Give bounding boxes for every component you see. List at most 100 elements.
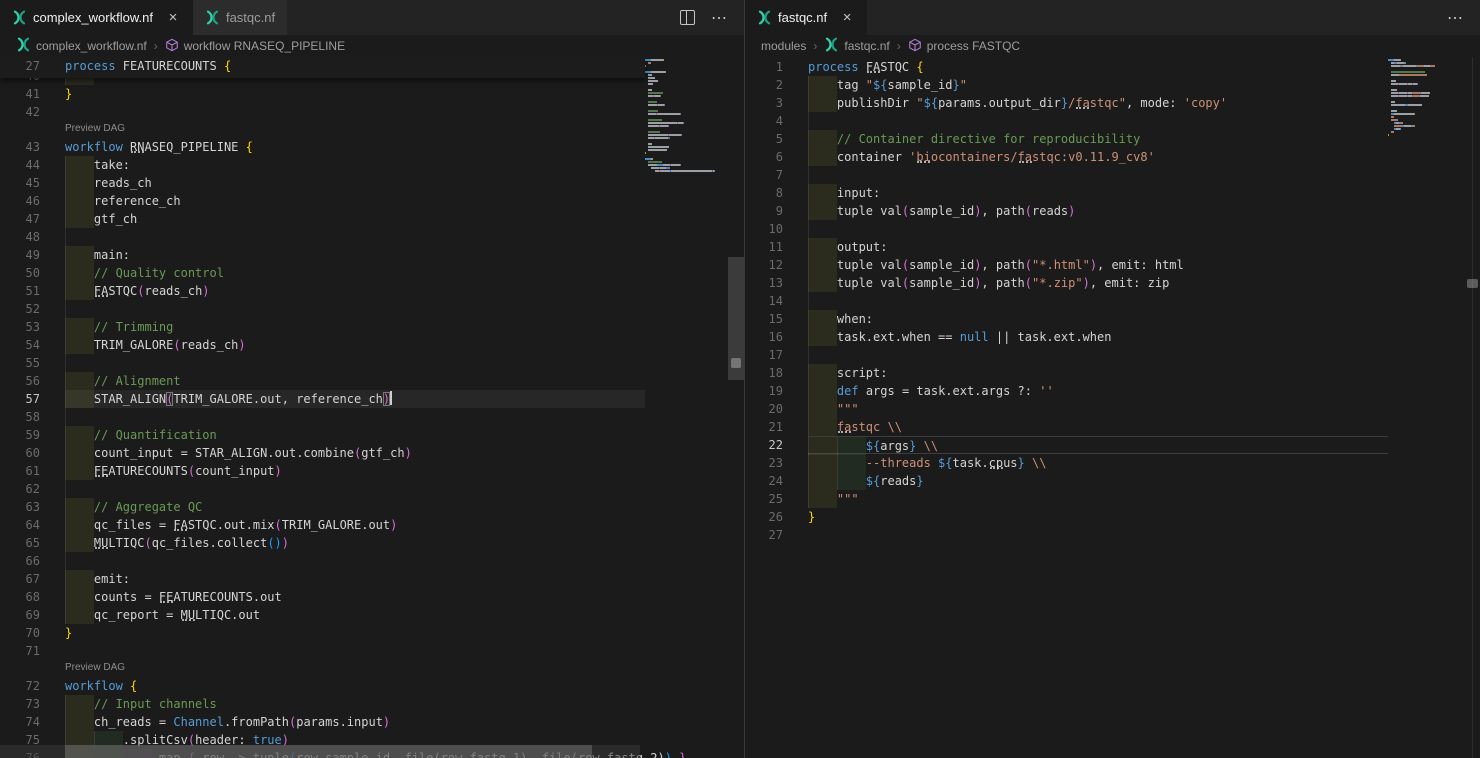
- code-row[interactable]: 9 tuple val(sample_id), path(reads): [745, 202, 1388, 220]
- code-row[interactable]: 4: [745, 112, 1388, 130]
- vertical-scrollbar[interactable]: [728, 57, 744, 758]
- code-row[interactable]: 65 MULTIQC(qc_files.collect()): [0, 534, 645, 552]
- breadcrumb-item[interactable]: workflow RNASEQ_PIPELINE: [165, 38, 345, 55]
- code-row[interactable]: 7: [745, 166, 1388, 184]
- code-row[interactable]: 52: [0, 300, 645, 318]
- code-row[interactable]: 56 // Alignment: [0, 372, 645, 390]
- more-actions-icon[interactable]: ⋯: [1447, 8, 1464, 28]
- code-row[interactable]: 27: [745, 526, 1388, 544]
- code-row[interactable]: 66: [0, 552, 645, 570]
- code-row[interactable]: 57 STAR_ALIGN(TRIM_GALORE.out, reference…: [0, 390, 645, 408]
- code-row[interactable]: 8 input:: [745, 184, 1388, 202]
- codelens-preview-dag[interactable]: Preview DAG: [65, 120, 125, 138]
- code-row[interactable]: 23 --threads ${task.cpus} \\: [745, 454, 1388, 472]
- tab-fastqc-nf-left[interactable]: fastqc.nf: [193, 0, 287, 35]
- code-row[interactable]: 13 tuple val(sample_id), path("*.zip"), …: [745, 274, 1388, 292]
- code-row[interactable]: 70}: [0, 624, 645, 642]
- code-row[interactable]: 11 output:: [745, 238, 1388, 256]
- code-row[interactable]: 48: [0, 228, 645, 246]
- code-row[interactable]: 60 count_input = STAR_ALIGN.out.combine(…: [0, 444, 645, 462]
- tab-complex-workflow-nf[interactable]: complex_workflow.nf ×: [0, 0, 193, 35]
- code-row[interactable]: 46 reference_ch: [0, 192, 645, 210]
- code-token: sample_id: [909, 204, 974, 218]
- code-row[interactable]: 16 task.ext.when == null || task.ext.whe…: [745, 328, 1388, 346]
- code-row[interactable]: 61 FEATURECOUNTS(count_input): [0, 462, 645, 480]
- code-row[interactable]: 59 // Quantification: [0, 426, 645, 444]
- code-row[interactable]: 22 ${args} \\: [745, 436, 1388, 454]
- code-row[interactable]: 41}: [0, 85, 645, 103]
- line-content: reads_ch: [65, 174, 645, 192]
- code-row[interactable]: 47 gtf_ch: [0, 210, 645, 228]
- code-row[interactable]: 1process FASTQC {: [745, 58, 1388, 76]
- code-row[interactable]: 72workflow {: [0, 677, 645, 695]
- scrollbar-thumb[interactable]: [65, 745, 592, 758]
- code-row[interactable]: 25 """: [745, 490, 1388, 508]
- code-row[interactable]: 43workflow RNASEQ_PIPELINE {: [0, 138, 645, 156]
- breadcrumb-item[interactable]: process FASTQC: [908, 38, 1020, 55]
- tab-fastqc-nf-right[interactable]: fastqc.nf ×: [745, 0, 867, 35]
- code-row[interactable]: 50 // Quality control: [0, 264, 645, 282]
- close-icon[interactable]: ×: [839, 10, 855, 25]
- minimap[interactable]: [645, 59, 728, 173]
- scrollbar-drag-handle[interactable]: [731, 358, 741, 368]
- split-editor-icon[interactable]: [680, 10, 695, 25]
- code-row[interactable]: 54 TRIM_GALORE(reads_ch): [0, 336, 645, 354]
- code-row[interactable]: 3 publishDir "${params.output_dir}/fastq…: [745, 94, 1388, 112]
- close-icon[interactable]: ×: [165, 10, 181, 25]
- code-row[interactable]: 21 fastqc \\: [745, 418, 1388, 436]
- code-row[interactable]: 64 qc_files = FASTQC.out.mix(TRIM_GALORE…: [0, 516, 645, 534]
- horizontal-scrollbar[interactable]: [0, 745, 640, 758]
- code-row[interactable]: 58: [0, 408, 645, 426]
- code-row[interactable]: 53 // Trimming: [0, 318, 645, 336]
- minimap-line: [1388, 131, 1458, 133]
- code-row[interactable]: 14: [745, 292, 1388, 310]
- line-number: 27: [0, 57, 40, 75]
- code-row[interactable]: 17: [745, 346, 1388, 364]
- code-row[interactable]: 44 take:: [0, 156, 645, 174]
- code-area[interactable]: 40 """41}42Preview DAG43workflow RNASEQ_…: [0, 67, 645, 758]
- nextflow-icon: [16, 37, 31, 55]
- code-token: ): [282, 536, 289, 550]
- minimap[interactable]: [1388, 59, 1458, 140]
- code-token: [123, 679, 130, 693]
- code-row[interactable]: 42: [0, 103, 645, 121]
- code-row[interactable]: 68 counts = FEATURECOUNTS.out: [0, 588, 645, 606]
- code-row[interactable]: 63 // Aggregate QC: [0, 498, 645, 516]
- code-row[interactable]: 18 script:: [745, 364, 1388, 382]
- editor-right[interactable]: 1process FASTQC {2 tag "${sample_id}"3 p…: [745, 57, 1480, 758]
- code-row[interactable]: 6 container 'biocontainers/fastqc:v0.11.…: [745, 148, 1388, 166]
- code-row[interactable]: 24 ${reads}: [745, 472, 1388, 490]
- code-row[interactable]: 15 when:: [745, 310, 1388, 328]
- codelens-preview-dag[interactable]: Preview DAG: [65, 659, 125, 677]
- code-row[interactable]: 62: [0, 480, 645, 498]
- indent-band: [808, 310, 837, 328]
- code-area[interactable]: 1process FASTQC {2 tag "${sample_id}"3 p…: [745, 58, 1388, 544]
- code-row[interactable]: 20 """: [745, 400, 1388, 418]
- code-row[interactable]: 27process FEATURECOUNTS {: [0, 57, 645, 75]
- code-row[interactable]: 45 reads_ch: [0, 174, 645, 192]
- code-row[interactable]: 67 emit:: [0, 570, 645, 588]
- code-row[interactable]: 55: [0, 354, 645, 372]
- code-row[interactable]: 73 // Input channels: [0, 695, 645, 713]
- code-row[interactable]: 12 tuple val(sample_id), path("*.html"),…: [745, 256, 1388, 274]
- indent-guide: [65, 264, 66, 282]
- code-row[interactable]: 26}: [745, 508, 1388, 526]
- breadcrumb-item[interactable]: modules: [761, 39, 806, 53]
- code-row[interactable]: 19 def args = task.ext.args ?: '': [745, 382, 1388, 400]
- breadcrumb-item[interactable]: complex_workflow.nf: [16, 37, 147, 55]
- code-row[interactable]: 51 FASTQC(reads_ch): [0, 282, 645, 300]
- indent-guide: [837, 437, 838, 455]
- indent-guide: [808, 256, 809, 274]
- code-row[interactable]: 2 tag "${sample_id}": [745, 76, 1388, 94]
- code-row[interactable]: 74 ch_reads = Channel.fromPath(params.in…: [0, 713, 645, 731]
- code-row[interactable]: 71: [0, 642, 645, 660]
- code-row[interactable]: 49 main:: [0, 246, 645, 264]
- code-row[interactable]: 10: [745, 220, 1388, 238]
- editor-left[interactable]: 40 """41}42Preview DAG43workflow RNASEQ_…: [0, 57, 744, 758]
- code-row[interactable]: 5 // Container directive for reproducibi…: [745, 130, 1388, 148]
- breadcrumb-item[interactable]: fastqc.nf: [824, 37, 889, 55]
- sticky-scroll-line[interactable]: 27process FEATURECOUNTS {: [0, 57, 645, 78]
- scrollbar-drag-handle[interactable]: [1467, 279, 1478, 288]
- code-row[interactable]: 69 qc_report = MULTIQC.out: [0, 606, 645, 624]
- more-actions-icon[interactable]: ⋯: [711, 8, 728, 28]
